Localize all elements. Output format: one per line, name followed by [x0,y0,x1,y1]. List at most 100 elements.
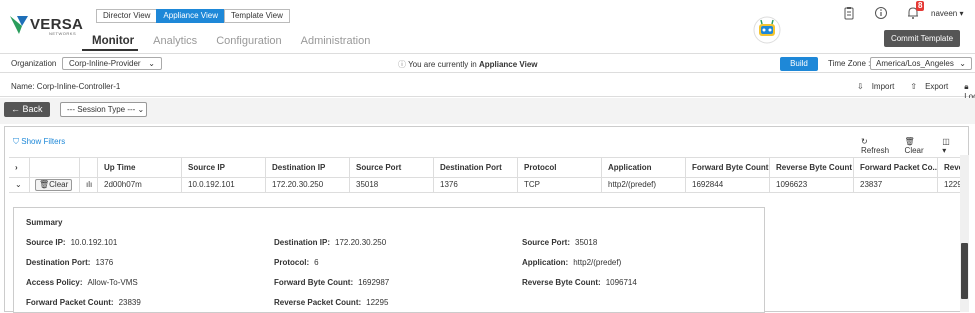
session-summary: Summary Source IP: 10.0.192.101 Destinati… [13,207,765,313]
bar-chart-icon[interactable]: ılı [80,178,98,192]
nav-configuration[interactable]: Configuration [216,35,281,47]
table-tools: ↻ Refresh 🗑︎Clear ◫ ▾ [861,137,968,155]
cell-destination-ip: 172.20.30.250 [266,178,350,192]
row-clear-button[interactable]: 🗑︎Clear [30,178,80,192]
header-spacer [80,158,98,177]
main-nav: Monitor Analytics Configuration Administ… [92,35,389,47]
collapse-row-icon[interactable]: ⌄ [9,178,30,192]
session-type-select[interactable]: --- Session Type --- ⌄ [60,102,147,117]
chevron-down-icon: ▾ [942,146,947,155]
summary-field: Source IP: 10.0.192.101 [26,238,118,247]
view-info-text: You are currently in [408,60,477,69]
summary-field: Source Port: 35018 [522,238,598,247]
tab-template-view[interactable]: Template View [223,9,290,23]
arrow-left-icon: ← [11,104,20,114]
versa-logo[interactable]: VERSA NETWORKS [9,14,83,40]
nav-administration[interactable]: Administration [301,35,371,47]
info-circle-icon: ⓘ [398,60,406,69]
summary-field: Forward Packet Count: 23839 [26,298,141,307]
appliance-bar: Name: Corp-Inline-Controller-1 ⇩ Import ⇧… [0,74,975,101]
commit-template-button[interactable]: Commit Template [884,30,960,47]
summary-field: Access Policy: Allow-To-VMS [26,278,138,287]
timezone-value: America/Los_Angeles [876,59,954,68]
clear-button[interactable]: 🗑︎Clear [905,137,937,155]
sessions-panel: ⛉ Show Filters ↻ Refresh 🗑︎Clear ◫ ▾ › U… [4,126,969,313]
toolbar: ← Back --- Session Type --- ⌄ [0,98,975,124]
summary-field: Destination IP: 172.20.30.250 [274,238,387,247]
clipboard-icon[interactable] [842,6,856,20]
chevron-down-icon: ⌄ [137,105,145,114]
col-header-protocol[interactable]: Protocol [518,158,602,177]
summary-field: Destination Port: 1376 [26,258,114,267]
column-picker-button[interactable]: ◫ ▾ [942,137,962,155]
summary-field: Reverse Packet Count: 12295 [274,298,389,307]
col-header-forward-packet-count[interactable]: Forward Packet Co... [854,158,938,177]
timezone-select[interactable]: America/Los_Angeles ⌄ [870,57,972,70]
header-spacer [30,158,80,177]
context-bar: Organization Corp-Inline-Provider ⌄ ⓘ Yo… [0,53,975,73]
col-header-destination-port[interactable]: Destination Port [434,158,518,177]
col-header-source-ip[interactable]: Source IP [182,158,266,177]
bell-icon[interactable]: 8 [906,1,925,20]
view-info: ⓘ You are currently in Appliance View [398,59,538,70]
cell-source-port: 35018 [350,178,434,192]
refresh-button[interactable]: ↻ Refresh [861,137,899,155]
cell-forward-packet-count: 23837 [854,178,938,192]
info-icon[interactable] [874,6,888,20]
logo-subtext: NETWORKS [49,31,77,36]
filter-icon: ⛉ [13,137,19,146]
view-switcher: Director View Appliance View Template Vi… [96,9,290,23]
cell-destination-port: 1376 [434,178,518,192]
top-icons: 8 [842,1,938,20]
cell-application: http2/(predef) [602,178,686,192]
col-header-reverse-byte-count[interactable]: Reverse Byte Count [770,158,854,177]
cell-reverse-byte-count: 1096623 [770,178,854,192]
cell-up-time: 2d00h07m [98,178,182,192]
assistant-bot-icon[interactable] [750,16,784,44]
col-header-source-port[interactable]: Source Port [350,158,434,177]
import-icon: ⇩ [857,82,864,91]
cell-forward-byte-count: 1692844 [686,178,770,192]
session-type-value: --- Session Type --- [67,105,136,114]
summary-title: Summary [26,218,63,227]
nav-analytics[interactable]: Analytics [153,35,197,47]
organization-label: Organization [11,59,57,68]
organization-select[interactable]: Corp-Inline-Provider ⌄ [62,57,162,70]
summary-field: Reverse Byte Count: 1096714 [522,278,637,287]
chevron-down-icon: ⌄ [148,59,155,68]
chevron-down-icon: ▾ [959,9,964,18]
tab-appliance-view[interactable]: Appliance View [156,9,225,23]
table-row[interactable]: ⌄ 🗑︎Clear ılı 2d00h07m 10.0.192.101 172.… [9,178,963,193]
organization-value: Corp-Inline-Provider [69,59,141,68]
columns-icon: ◫ [942,137,950,146]
summary-field: Forward Byte Count: 1692987 [274,278,390,287]
col-header-up-time[interactable]: Up Time [98,158,182,177]
timezone-label: Time Zone : [828,59,871,68]
appliance-name: Name: Corp-Inline-Controller-1 [11,82,121,91]
expand-all-icon[interactable]: › [9,158,30,177]
view-info-view: Appliance View [478,60,538,69]
cell-protocol: TCP [518,178,602,192]
col-header-destination-ip[interactable]: Destination IP [266,158,350,177]
vertical-scrollbar[interactable] [960,155,969,312]
show-filters-link[interactable]: ⛉ Show Filters [13,137,65,147]
trash-icon: 🗑︎ [39,180,50,189]
build-button[interactable]: Build [780,57,818,71]
table-header: › Up Time Source IP Destination IP Sourc… [9,157,963,178]
nav-active-underline [82,49,138,51]
tab-director-view[interactable]: Director View [96,9,158,23]
cell-source-ip: 10.0.192.101 [182,178,266,192]
user-menu[interactable]: naveen ▾ [931,9,964,18]
versa-logo-mark-icon [10,16,28,34]
export-icon: ⇧ [910,82,918,91]
summary-field: Application: http2/(predef) [522,258,622,267]
chevron-down-icon: ⌄ [959,59,966,68]
top-bar: VERSA NETWORKS Director View Appliance V… [0,0,975,52]
col-header-application[interactable]: Application [602,158,686,177]
scrollbar-thumb[interactable] [961,243,968,299]
back-button[interactable]: ← Back [4,102,50,117]
col-header-forward-byte-count[interactable]: Forward Byte Count [686,158,770,177]
refresh-icon: ↻ [861,137,868,146]
nav-monitor[interactable]: Monitor [92,35,134,47]
notification-badge: 8 [916,1,925,11]
